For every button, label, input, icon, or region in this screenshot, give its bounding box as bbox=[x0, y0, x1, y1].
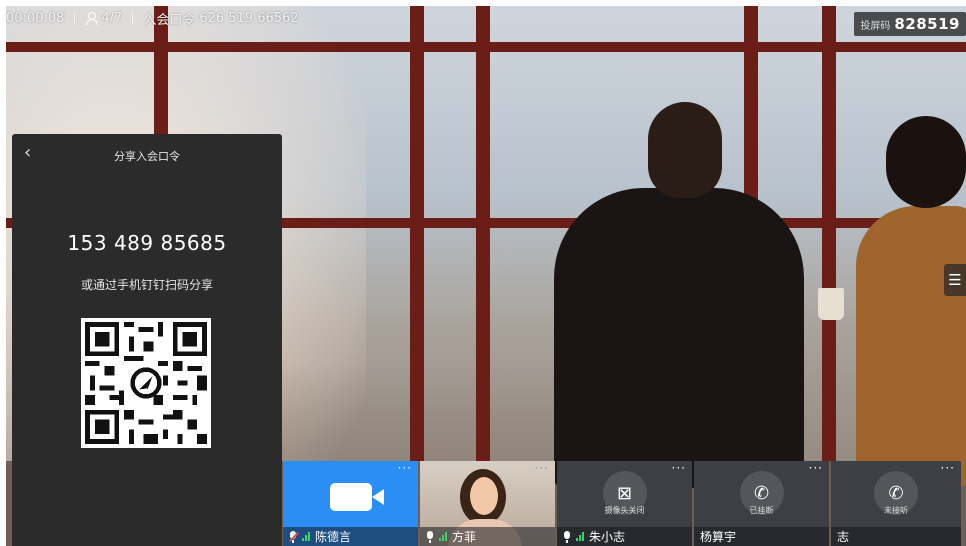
coffee-cup bbox=[818, 288, 844, 320]
participants-icon bbox=[85, 12, 99, 25]
share-code: 153 489 85685 bbox=[67, 231, 227, 255]
screen-cast-code: 投屏码 828519 bbox=[854, 12, 966, 36]
participant-name: 朱小志 bbox=[589, 530, 626, 544]
participant-name: 方菲 bbox=[452, 530, 477, 544]
participant-tile[interactable]: ··· 陈德言 bbox=[283, 461, 418, 546]
woman-figure bbox=[856, 206, 966, 486]
man-silhouette bbox=[554, 188, 804, 488]
participant-count: 4/7 bbox=[101, 10, 123, 26]
participant-tile[interactable]: ··· ✆ 已挂断 杨算宇 bbox=[694, 461, 829, 546]
more-dots-icon[interactable]: ··· bbox=[809, 461, 823, 475]
camera-icon bbox=[329, 483, 384, 511]
menu-icon[interactable]: ☰ bbox=[944, 264, 966, 296]
more-dots-icon[interactable]: ··· bbox=[398, 461, 412, 475]
participant-name: 陈德言 bbox=[315, 530, 352, 544]
signal-icon bbox=[576, 532, 584, 541]
participant-name: 志 bbox=[837, 530, 850, 544]
participant-tile[interactable]: ··· ✆ 未接听 志 bbox=[831, 461, 961, 546]
more-dots-icon[interactable]: ··· bbox=[941, 461, 955, 475]
share-code-panel: ‹ 分享入会口令 153 489 85685 或通过手机钉钉扫码分享 bbox=[12, 134, 282, 546]
scan-hint: 或通过手机钉钉扫码分享 bbox=[80, 278, 213, 292]
participant-name: 杨算宇 bbox=[700, 530, 737, 544]
meeting-info-bar: 00:00:08 4/7 入会口令 626 519 66562 bbox=[6, 6, 299, 30]
mic-icon bbox=[426, 530, 434, 543]
more-dots-icon[interactable]: ··· bbox=[672, 461, 686, 475]
mic-icon bbox=[563, 530, 571, 543]
participant-state: 摄像头关闭 bbox=[604, 506, 645, 515]
signal-icon bbox=[439, 532, 447, 541]
meeting-code-label: 入会口令 bbox=[143, 12, 196, 28]
video-stage: 00:00:08 4/7 入会口令 626 519 66562 投屏码 8285… bbox=[6, 6, 966, 546]
screen-code-label: 投屏码 bbox=[860, 20, 891, 32]
signal-icon bbox=[302, 532, 310, 541]
mic-muted-icon bbox=[289, 530, 299, 543]
screen-code-value: 828519 bbox=[894, 15, 960, 33]
meeting-timer: 00:00:08 bbox=[6, 10, 65, 26]
participant-tile[interactable]: ··· 方菲 bbox=[420, 461, 555, 546]
qr-code bbox=[81, 318, 211, 448]
participant-strip: ··· 陈德言 ··· 方菲 ··· ⊠ 摄像头关闭 朱小志 ··· ✆ 已挂断… bbox=[283, 461, 966, 546]
panel-title: 分享入会口令 bbox=[114, 150, 180, 163]
participant-state: 未接听 bbox=[884, 506, 908, 515]
participant-state: 已挂断 bbox=[749, 506, 774, 515]
meeting-code: 626 519 66562 bbox=[199, 10, 299, 26]
participant-tile[interactable]: ··· ⊠ 摄像头关闭 朱小志 bbox=[557, 461, 692, 546]
more-dots-icon[interactable]: ··· bbox=[535, 461, 549, 475]
